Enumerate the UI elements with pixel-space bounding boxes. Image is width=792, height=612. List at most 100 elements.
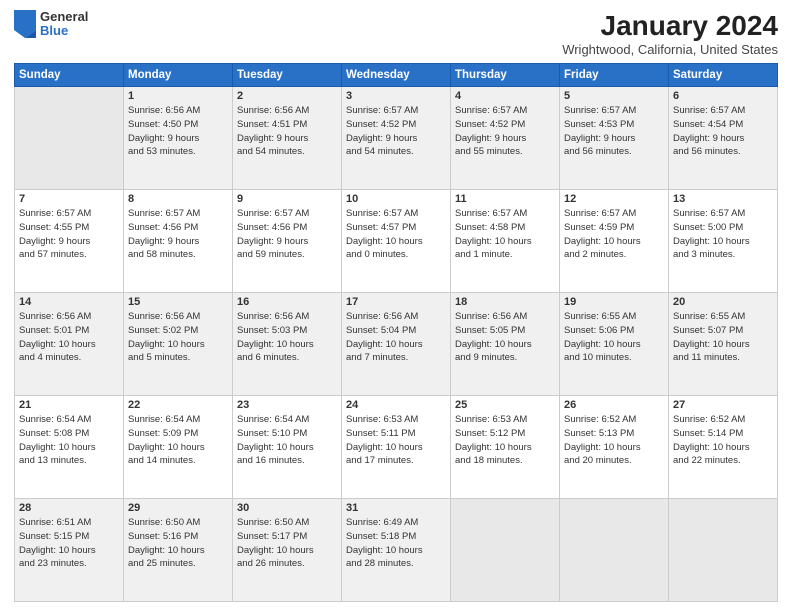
day-number: 7 [19, 193, 119, 205]
day-number: 29 [128, 502, 228, 514]
cell-content: Sunrise: 6:56 AM Sunset: 5:01 PM Dayligh… [19, 310, 119, 365]
day-number: 30 [237, 502, 337, 514]
cell-content: Sunrise: 6:57 AM Sunset: 4:58 PM Dayligh… [455, 207, 555, 262]
cell-content: Sunrise: 6:51 AM Sunset: 5:15 PM Dayligh… [19, 516, 119, 571]
calendar-table: SundayMondayTuesdayWednesdayThursdayFrid… [14, 63, 778, 602]
day-number: 20 [673, 296, 773, 308]
day-number: 4 [455, 90, 555, 102]
day-number: 5 [564, 90, 664, 102]
cell-content: Sunrise: 6:56 AM Sunset: 4:50 PM Dayligh… [128, 104, 228, 159]
cell-content: Sunrise: 6:56 AM Sunset: 5:02 PM Dayligh… [128, 310, 228, 365]
logo-blue: Blue [40, 24, 88, 38]
weekday-header-monday: Monday [124, 64, 233, 87]
cell-content: Sunrise: 6:50 AM Sunset: 5:16 PM Dayligh… [128, 516, 228, 571]
calendar-cell: 17 Sunrise: 6:56 AM Sunset: 5:04 PM Dayli… [342, 293, 451, 396]
title-block: January 2024 Wrightwood, California, Uni… [562, 10, 778, 57]
day-number: 22 [128, 399, 228, 411]
page: General Blue January 2024 Wrightwood, Ca… [0, 0, 792, 612]
cell-content: Sunrise: 6:56 AM Sunset: 5:03 PM Dayligh… [237, 310, 337, 365]
day-number: 11 [455, 193, 555, 205]
cell-content: Sunrise: 6:54 AM Sunset: 5:08 PM Dayligh… [19, 413, 119, 468]
day-number: 15 [128, 296, 228, 308]
calendar-cell: 4 Sunrise: 6:57 AM Sunset: 4:52 PM Daylig… [451, 87, 560, 190]
day-number: 13 [673, 193, 773, 205]
calendar-cell: 7 Sunrise: 6:57 AM Sunset: 4:55 PM Daylig… [15, 190, 124, 293]
day-number: 16 [237, 296, 337, 308]
calendar-cell: 8 Sunrise: 6:57 AM Sunset: 4:56 PM Daylig… [124, 190, 233, 293]
calendar-cell: 12Sunrise: 6:57 AM Sunset: 4:59 PM Dayli… [560, 190, 669, 293]
cell-content: Sunrise: 6:57 AM Sunset: 4:59 PM Dayligh… [564, 207, 664, 262]
day-number: 21 [19, 399, 119, 411]
calendar-cell: 21 Sunrise: 6:54 AM Sunset: 5:08 PM Dayli… [15, 396, 124, 499]
day-number: 17 [346, 296, 446, 308]
calendar-cell: 5 Sunrise: 6:57 AM Sunset: 4:53 PM Daylig… [560, 87, 669, 190]
weekday-header-sunday: Sunday [15, 64, 124, 87]
calendar-cell: 27 Sunrise: 6:52 AM Sunset: 5:14 PM Dayli… [669, 396, 778, 499]
calendar-cell: 24Sunrise: 6:53 AM Sunset: 5:11 PM Dayli… [342, 396, 451, 499]
day-number: 9 [237, 193, 337, 205]
cell-content: Sunrise: 6:57 AM Sunset: 4:53 PM Dayligh… [564, 104, 664, 159]
day-number: 3 [346, 90, 446, 102]
cell-content: Sunrise: 6:57 AM Sunset: 4:57 PM Dayligh… [346, 207, 446, 262]
calendar-cell: 16 Sunrise: 6:56 AM Sunset: 5:03 PM Dayli… [233, 293, 342, 396]
calendar-cell: 13Sunrise: 6:57 AM Sunset: 5:00 PM Dayli… [669, 190, 778, 293]
month-title: January 2024 [562, 10, 778, 42]
cell-content: Sunrise: 6:55 AM Sunset: 5:06 PM Dayligh… [564, 310, 664, 365]
weekday-header-saturday: Saturday [669, 64, 778, 87]
calendar-cell: 10 Sunrise: 6:57 AM Sunset: 4:57 PM Dayli… [342, 190, 451, 293]
day-number: 26 [564, 399, 664, 411]
cell-content: Sunrise: 6:52 AM Sunset: 5:13 PM Dayligh… [564, 413, 664, 468]
cell-content: Sunrise: 6:54 AM Sunset: 5:09 PM Dayligh… [128, 413, 228, 468]
day-number: 14 [19, 296, 119, 308]
calendar-cell: 1 Sunrise: 6:56 AM Sunset: 4:50 PM Daylig… [124, 87, 233, 190]
calendar-cell: 30 Sunrise: 6:50 AM Sunset: 5:17 PM Dayli… [233, 499, 342, 602]
header: General Blue January 2024 Wrightwood, Ca… [14, 10, 778, 57]
calendar-cell: 28 Sunrise: 6:51 AM Sunset: 5:15 PM Dayli… [15, 499, 124, 602]
calendar-cell: 15 Sunrise: 6:56 AM Sunset: 5:02 PM Dayli… [124, 293, 233, 396]
calendar-cell [669, 499, 778, 602]
cell-content: Sunrise: 6:52 AM Sunset: 5:14 PM Dayligh… [673, 413, 773, 468]
logo-icon [14, 10, 36, 38]
weekday-header-friday: Friday [560, 64, 669, 87]
cell-content: Sunrise: 6:57 AM Sunset: 4:52 PM Dayligh… [346, 104, 446, 159]
cell-content: Sunrise: 6:57 AM Sunset: 4:52 PM Dayligh… [455, 104, 555, 159]
day-number: 6 [673, 90, 773, 102]
day-number: 23 [237, 399, 337, 411]
calendar-week-row: 1 Sunrise: 6:56 AM Sunset: 4:50 PM Daylig… [15, 87, 778, 190]
day-number: 10 [346, 193, 446, 205]
day-number: 24 [346, 399, 446, 411]
cell-content: Sunrise: 6:57 AM Sunset: 4:56 PM Dayligh… [237, 207, 337, 262]
cell-content: Sunrise: 6:56 AM Sunset: 5:04 PM Dayligh… [346, 310, 446, 365]
day-number: 18 [455, 296, 555, 308]
day-number: 28 [19, 502, 119, 514]
location: Wrightwood, California, United States [562, 42, 778, 57]
cell-content: Sunrise: 6:53 AM Sunset: 5:12 PM Dayligh… [455, 413, 555, 468]
weekday-header-wednesday: Wednesday [342, 64, 451, 87]
calendar-cell [451, 499, 560, 602]
calendar-cell: 11 Sunrise: 6:57 AM Sunset: 4:58 PM Dayli… [451, 190, 560, 293]
day-number: 8 [128, 193, 228, 205]
day-number: 27 [673, 399, 773, 411]
weekday-header-row: SundayMondayTuesdayWednesdayThursdayFrid… [15, 64, 778, 87]
cell-content: Sunrise: 6:56 AM Sunset: 5:05 PM Dayligh… [455, 310, 555, 365]
day-number: 1 [128, 90, 228, 102]
calendar-cell: 23 Sunrise: 6:54 AM Sunset: 5:10 PM Dayli… [233, 396, 342, 499]
cell-content: Sunrise: 6:50 AM Sunset: 5:17 PM Dayligh… [237, 516, 337, 571]
calendar-cell: 18 Sunrise: 6:56 AM Sunset: 5:05 PM Dayli… [451, 293, 560, 396]
calendar-week-row: 28 Sunrise: 6:51 AM Sunset: 5:15 PM Dayli… [15, 499, 778, 602]
day-number: 25 [455, 399, 555, 411]
cell-content: Sunrise: 6:57 AM Sunset: 4:56 PM Dayligh… [128, 207, 228, 262]
calendar-cell: 31Sunrise: 6:49 AM Sunset: 5:18 PM Dayli… [342, 499, 451, 602]
calendar-cell: 19 Sunrise: 6:55 AM Sunset: 5:06 PM Dayli… [560, 293, 669, 396]
day-number: 19 [564, 296, 664, 308]
cell-content: Sunrise: 6:56 AM Sunset: 4:51 PM Dayligh… [237, 104, 337, 159]
cell-content: Sunrise: 6:54 AM Sunset: 5:10 PM Dayligh… [237, 413, 337, 468]
calendar-week-row: 7 Sunrise: 6:57 AM Sunset: 4:55 PM Daylig… [15, 190, 778, 293]
cell-content: Sunrise: 6:55 AM Sunset: 5:07 PM Dayligh… [673, 310, 773, 365]
calendar-cell: 6Sunrise: 6:57 AM Sunset: 4:54 PM Daylig… [669, 87, 778, 190]
calendar-week-row: 14 Sunrise: 6:56 AM Sunset: 5:01 PM Dayli… [15, 293, 778, 396]
day-number: 2 [237, 90, 337, 102]
cell-content: Sunrise: 6:57 AM Sunset: 4:55 PM Dayligh… [19, 207, 119, 262]
calendar-cell: 20 Sunrise: 6:55 AM Sunset: 5:07 PM Dayli… [669, 293, 778, 396]
calendar-cell [560, 499, 669, 602]
